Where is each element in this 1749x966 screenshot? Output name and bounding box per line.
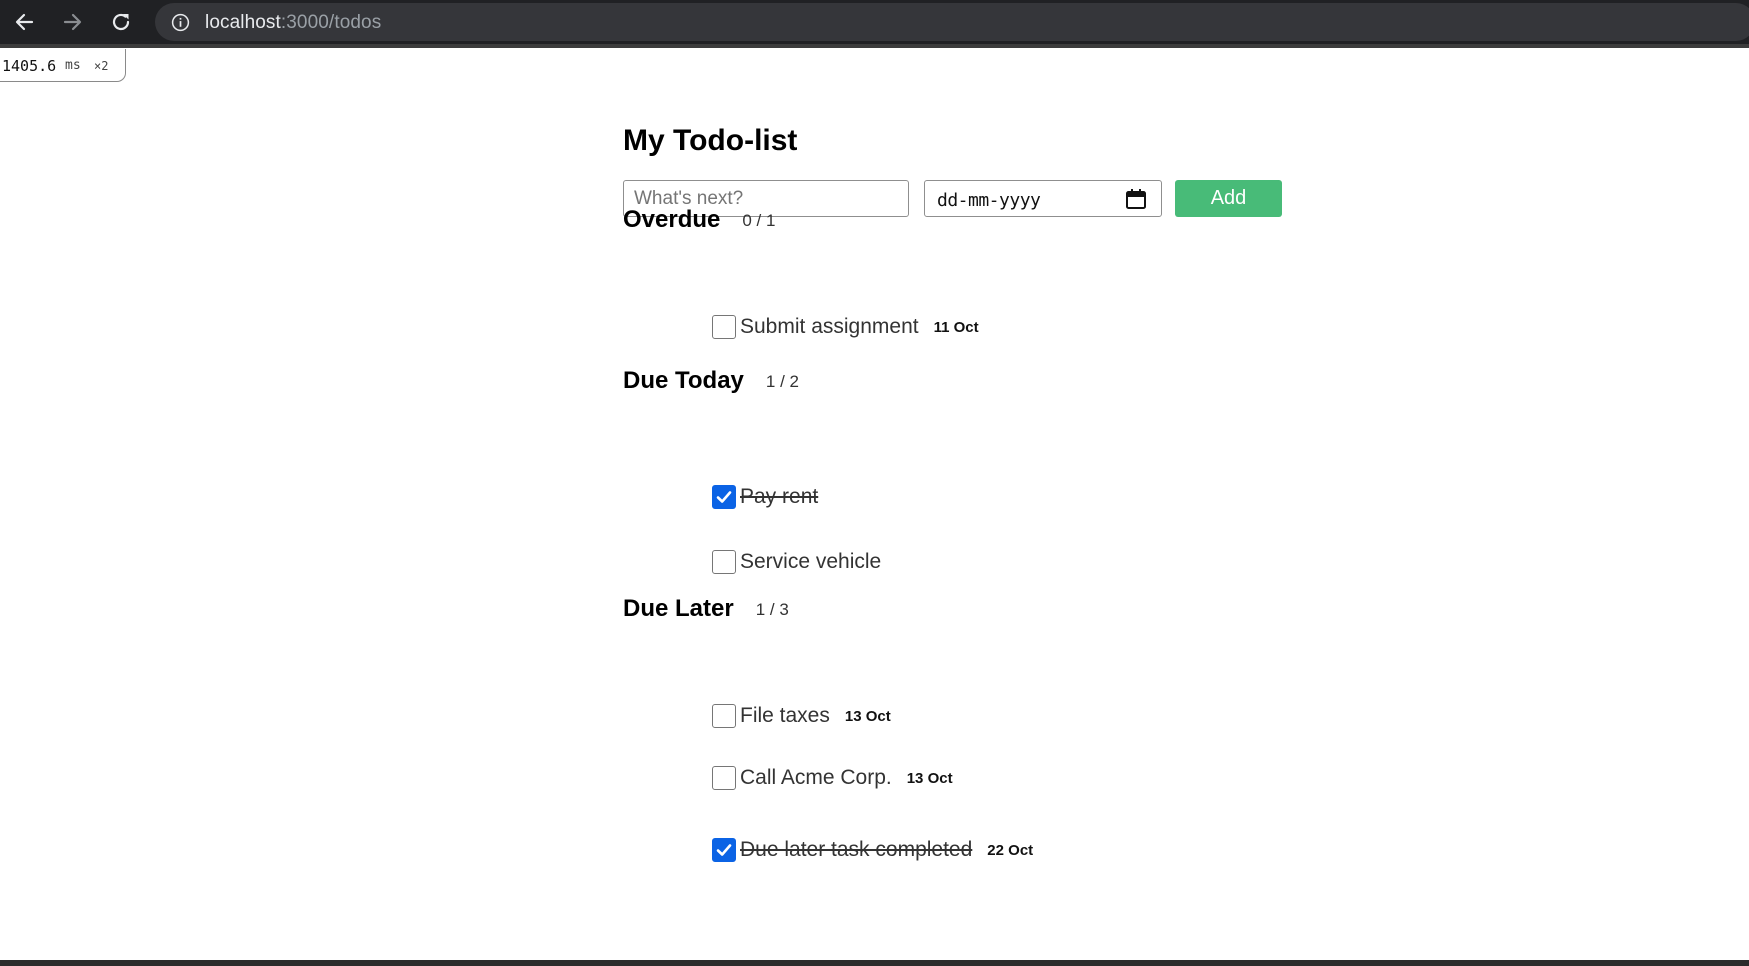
back-arrow-icon xyxy=(15,13,34,31)
todo-item: File taxes 13 Oct xyxy=(712,703,891,729)
render-multiplier: ×2 xyxy=(94,59,109,73)
todo-checkbox[interactable] xyxy=(712,766,736,790)
info-icon[interactable] xyxy=(171,13,190,32)
todo-item: Due later task completed 22 Oct xyxy=(712,837,1033,863)
checkmark-icon xyxy=(716,491,732,503)
calendar-icon[interactable] xyxy=(1125,188,1147,210)
reload-button[interactable] xyxy=(103,6,139,38)
add-button[interactable]: Add xyxy=(1175,180,1282,217)
todo-item: Pay rent xyxy=(712,484,818,510)
render-time-unit: ms xyxy=(65,58,81,73)
section-title: Due Later xyxy=(623,595,734,622)
horizontal-scrollbar[interactable] xyxy=(0,960,1749,966)
url-host: localhost xyxy=(205,12,281,33)
due-date-input[interactable]: dd-mm-yyyy xyxy=(924,180,1162,217)
date-placeholder: dd-mm-yyyy xyxy=(937,190,1041,211)
toolbar-divider xyxy=(0,44,1749,48)
page-title: My Todo-list xyxy=(623,124,798,157)
section-title: Overdue xyxy=(623,206,721,233)
forward-button[interactable] xyxy=(55,6,91,38)
url-text: localhost:3000/todos xyxy=(205,12,381,34)
todo-label: Due later task completed xyxy=(740,838,973,861)
todo-label: Submit assignment xyxy=(740,315,919,338)
section-count: 1 / 3 xyxy=(755,600,789,619)
todo-checkbox[interactable] xyxy=(712,550,736,574)
browser-toolbar: localhost:3000/todos xyxy=(0,0,1749,44)
todo-due-date: 11 Oct xyxy=(933,318,979,336)
todo-checkbox-checked[interactable] xyxy=(712,838,736,862)
render-time-badge: 1405.6 ms ×2 xyxy=(0,49,126,82)
todo-item: Service vehicle xyxy=(712,549,881,575)
todo-due-date: 22 Oct xyxy=(987,841,1034,859)
todo-item: Call Acme Corp. 13 Oct xyxy=(712,765,953,791)
todo-checkbox-checked[interactable] xyxy=(712,485,736,509)
section-count: 0 / 1 xyxy=(742,211,776,230)
todo-label: Pay rent xyxy=(740,485,819,508)
todo-label: Service vehicle xyxy=(740,550,882,573)
section-due-later-header: Due Later 1 / 3 xyxy=(623,595,789,623)
section-overdue-header: Overdue 0 / 1 xyxy=(623,206,775,234)
address-bar[interactable]: localhost:3000/todos xyxy=(155,3,1749,41)
checkmark-icon xyxy=(716,844,732,856)
todo-due-date: 13 Oct xyxy=(906,769,953,787)
todo-checkbox[interactable] xyxy=(712,315,736,339)
section-count: 1 / 2 xyxy=(765,372,799,391)
render-time-value: 1405.6 xyxy=(2,57,57,75)
section-due-today-header: Due Today 1 / 2 xyxy=(623,367,799,395)
back-button[interactable] xyxy=(6,6,42,38)
todo-label: Call Acme Corp. xyxy=(740,766,892,789)
url-path: :3000/todos xyxy=(280,12,382,33)
section-title: Due Today xyxy=(623,367,744,394)
todo-label: File taxes xyxy=(740,704,830,727)
todo-checkbox[interactable] xyxy=(712,704,736,728)
reload-icon xyxy=(112,13,130,31)
todo-item: Submit assignment 11 Oct xyxy=(712,314,979,340)
todo-due-date: 13 Oct xyxy=(844,707,891,725)
forward-arrow-icon xyxy=(63,13,82,31)
